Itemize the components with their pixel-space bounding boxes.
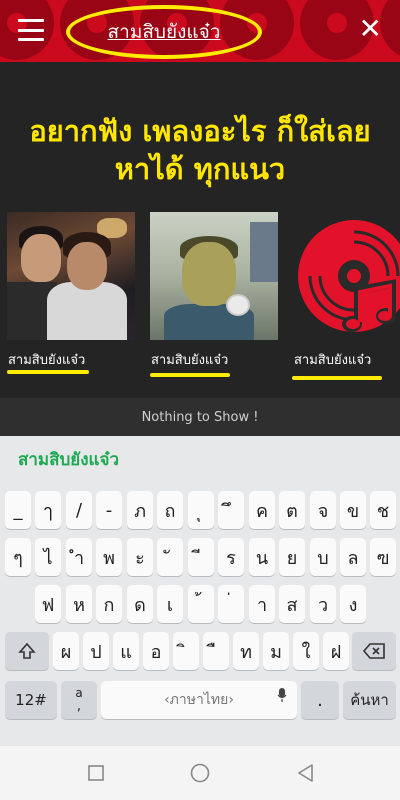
key[interactable]: ม xyxy=(263,632,289,670)
microphone-icon[interactable] xyxy=(277,687,287,708)
result-card[interactable]: สามสิบยังแจ๋ว xyxy=(7,212,142,374)
result-card[interactable]: สามสิบยังแจ๋ว xyxy=(150,212,285,377)
backspace-icon[interactable] xyxy=(352,632,396,670)
key[interactable]: ้ xyxy=(188,585,214,623)
key[interactable]: ฝ xyxy=(323,632,349,670)
key[interactable]: ช xyxy=(370,491,396,529)
key[interactable]: ด xyxy=(127,585,153,623)
result-card[interactable]: สามสิบยังแจ๋ว xyxy=(292,212,400,380)
key[interactable]: ง xyxy=(340,585,366,623)
results-row: สามสิบยังแจ๋ว สามสิบยังแจ๋ว สามสิบยังแจ๋… xyxy=(0,212,400,392)
key[interactable]: ี xyxy=(188,538,214,576)
search-key[interactable]: ค้นหา xyxy=(343,681,396,719)
headline-line-2: หาได้ ทุกแนว xyxy=(114,152,286,186)
couple-photo[interactable] xyxy=(7,212,135,340)
header-disc-pattern xyxy=(380,0,400,60)
key[interactable]: ถ xyxy=(157,491,183,529)
music-disc-logo-icon[interactable] xyxy=(296,212,400,340)
key[interactable]: จ xyxy=(310,491,336,529)
key[interactable]: ใ xyxy=(293,632,319,670)
key[interactable]: ก xyxy=(96,585,122,623)
key[interactable]: ข xyxy=(340,491,366,529)
recents-square-icon[interactable] xyxy=(85,762,107,784)
result-title[interactable]: สามสิบยังแจ๋ว xyxy=(151,349,228,370)
key[interactable]: ป xyxy=(83,632,109,670)
symbol-key[interactable]: a , xyxy=(61,681,97,719)
key[interactable]: ท xyxy=(233,632,259,670)
home-circle-icon[interactable] xyxy=(189,762,211,784)
key[interactable]: ต xyxy=(279,491,305,529)
system-nav-bar xyxy=(0,746,400,800)
key[interactable]: ๆ xyxy=(5,538,31,576)
key[interactable]: ว xyxy=(310,585,336,623)
key[interactable]: - xyxy=(96,491,122,529)
key[interactable]: ห xyxy=(66,585,92,623)
search-title[interactable]: สามสิบยังแจ๋ว xyxy=(108,17,221,47)
label-highlight xyxy=(150,373,230,377)
key[interactable]: ื xyxy=(203,632,229,670)
key[interactable]: ิ xyxy=(173,632,199,670)
hamburger-menu-icon[interactable] xyxy=(18,19,44,41)
search-title-highlight[interactable]: สามสิบยังแจ๋ว xyxy=(66,5,262,59)
key[interactable]: อ xyxy=(143,632,169,670)
key[interactable]: บ xyxy=(310,538,336,576)
label-highlight xyxy=(7,370,89,374)
key[interactable]: แ xyxy=(113,632,139,670)
result-title[interactable]: สามสิบยังแจ๋ว xyxy=(294,349,371,370)
headline-line-1: อยากฟัง เพลงอะไร ก็ใส่เลย xyxy=(29,114,371,148)
key[interactable]: ๅ xyxy=(35,491,61,529)
key[interactable]: น xyxy=(249,538,275,576)
key[interactable]: ส xyxy=(279,585,305,623)
key[interactable]: ุ xyxy=(188,491,214,529)
key[interactable]: / xyxy=(66,491,92,529)
result-title[interactable]: สามสิบยังแจ๋ว xyxy=(8,349,85,370)
webcam-photo[interactable] xyxy=(150,212,278,340)
key[interactable]: ึ xyxy=(218,491,244,529)
key[interactable]: ย xyxy=(279,538,305,576)
key[interactable]: _ xyxy=(5,491,31,529)
key[interactable]: ไ xyxy=(35,538,61,576)
label-highlight xyxy=(292,376,382,380)
key[interactable]: ั xyxy=(157,538,183,576)
key[interactable]: ผ xyxy=(53,632,79,670)
key[interactable]: ร xyxy=(218,538,244,576)
key[interactable]: ะ xyxy=(127,538,153,576)
space-bar[interactable]: ‹ ภาษาไทย › xyxy=(101,681,297,719)
key[interactable]: ฃ xyxy=(370,538,396,576)
key[interactable]: พ xyxy=(96,538,122,576)
key[interactable]: ำ xyxy=(66,538,92,576)
key[interactable]: ภ xyxy=(127,491,153,529)
thai-keyboard: สามสิบยังแจ๋ว _ ๅ / - ภ ถ ุ ึ ค ต จ ข ช … xyxy=(0,436,400,746)
key[interactable]: ค xyxy=(249,491,275,529)
close-icon[interactable]: ✕ xyxy=(359,12,382,46)
numbers-key[interactable]: 12# xyxy=(5,681,57,719)
keyboard-suggestion[interactable]: สามสิบยังแจ๋ว xyxy=(18,446,119,473)
period-key[interactable]: . xyxy=(301,681,339,719)
headline: อยากฟัง เพลงอะไร ก็ใส่เลย หาได้ ทุกแนว xyxy=(0,112,400,188)
key[interactable]: ฟ xyxy=(35,585,61,623)
empty-message: Nothing to Show ! xyxy=(0,398,400,436)
app-header: สามสิบยังแจ๋ว ✕ xyxy=(0,0,400,62)
space-language-label: ภาษาไทย xyxy=(169,692,229,708)
results-panel: อยากฟัง เพลงอะไร ก็ใส่เลย หาได้ ทุกแนว ส… xyxy=(0,62,400,436)
back-triangle-icon[interactable] xyxy=(295,762,317,784)
key[interactable]: า xyxy=(249,585,275,623)
key[interactable]: ล xyxy=(340,538,366,576)
shift-icon[interactable] xyxy=(5,632,49,670)
key[interactable]: เ xyxy=(157,585,183,623)
key[interactable]: ่ xyxy=(218,585,244,623)
